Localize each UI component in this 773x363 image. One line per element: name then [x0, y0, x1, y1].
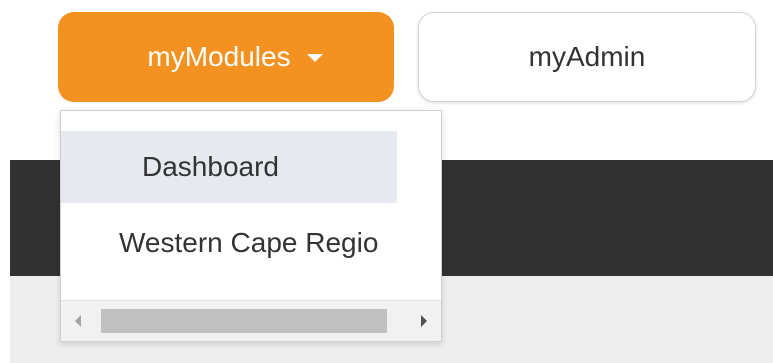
menu-item-western-cape-region[interactable]: Western Cape Regio — [61, 207, 378, 279]
scroll-left-arrow-icon[interactable] — [75, 315, 81, 327]
modules-dropdown-menu: Dashboard Western Cape Regio — [60, 110, 442, 342]
horizontal-scrollbar[interactable] — [61, 300, 441, 341]
caret-down-icon — [306, 54, 323, 62]
page: myModules myAdmin Dashboard Western Cape… — [0, 0, 773, 363]
my-modules-button[interactable]: myModules — [58, 12, 394, 102]
menu-item-label: Western Cape Regio — [119, 227, 379, 258]
my-modules-label: myModules — [147, 41, 291, 72]
scroll-right-arrow-icon[interactable] — [421, 315, 427, 327]
my-admin-button[interactable]: myAdmin — [418, 12, 756, 102]
my-admin-label: myAdmin — [528, 41, 646, 72]
menu-item-label: Dashboard — [142, 151, 279, 182]
scrollbar-thumb[interactable] — [101, 309, 387, 333]
menu-item-dashboard[interactable]: Dashboard — [61, 131, 397, 203]
